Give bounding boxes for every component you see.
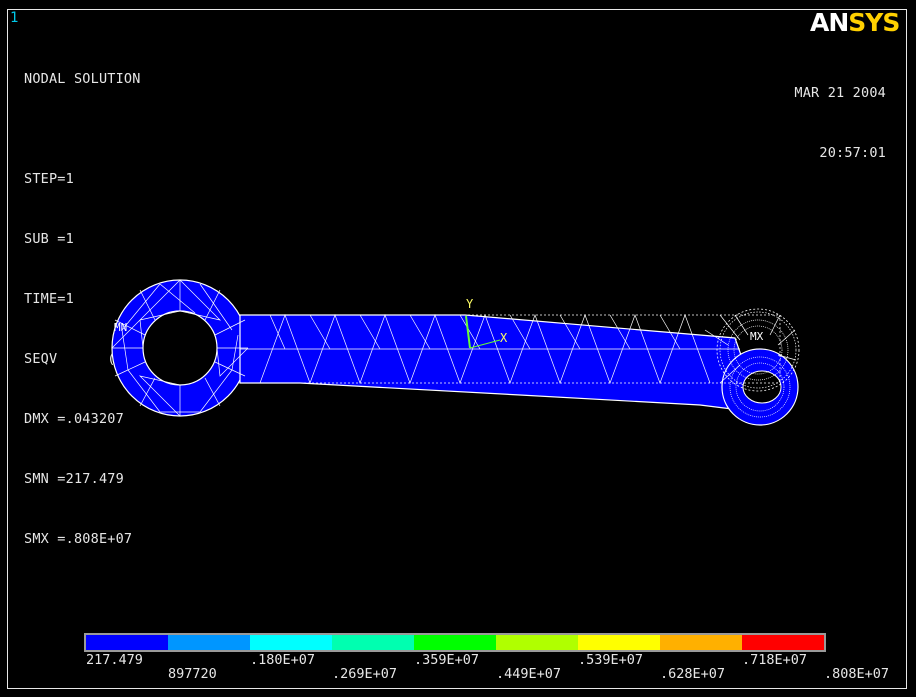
legend-label-upper-2: .180E+07 <box>250 652 316 668</box>
legend-label-upper-4: .539E+07 <box>578 652 644 668</box>
legend-label-upper-3: .359E+07 <box>414 652 480 668</box>
axis-y-label: Y <box>466 297 474 311</box>
legend-swatch-4 <box>332 635 414 650</box>
legend-swatch-6 <box>496 635 578 650</box>
legend-swatch-8 <box>660 635 742 650</box>
legend-swatch-7 <box>578 635 660 650</box>
legend-swatch-1 <box>86 635 168 650</box>
legend-label-upper-1: 217.479 <box>86 652 143 668</box>
legend-swatch-9 <box>742 635 824 650</box>
legend-label-lower-2: .269E+07 <box>332 666 398 682</box>
legend-label-lower-1: 897720 <box>168 666 217 682</box>
legend-label-upper-5: .718E+07 <box>742 652 808 668</box>
max-marker: MX <box>750 330 764 343</box>
legend-swatch-2 <box>168 635 250 650</box>
legend-label-lower-5: .808E+07 <box>824 666 890 682</box>
deformed-shape <box>111 279 799 426</box>
legend-label-lower-3: .449E+07 <box>496 666 562 682</box>
axis-x-label: X <box>500 331 508 345</box>
fea-model-view: Y X MN MX <box>111 279 800 426</box>
legend-swatch-3 <box>250 635 332 650</box>
legend-label-lower-4: .628E+07 <box>660 666 726 682</box>
legend-swatch-5 <box>414 635 496 650</box>
contour-legend-bar <box>84 633 826 652</box>
min-marker: MN <box>114 321 127 334</box>
